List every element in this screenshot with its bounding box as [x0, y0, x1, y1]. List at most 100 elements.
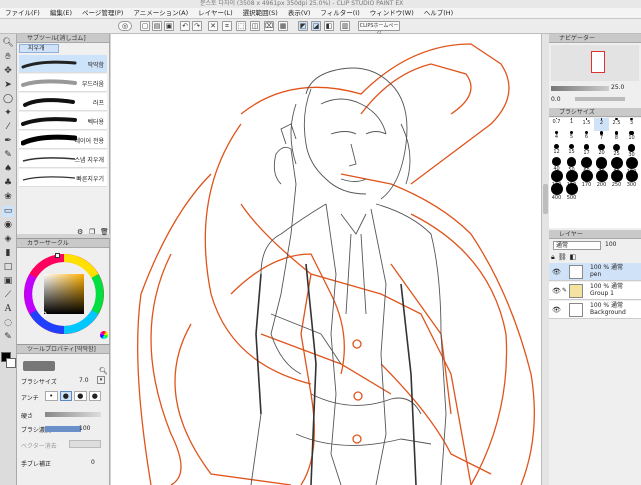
- menu-file[interactable]: ファイル(F): [0, 8, 45, 18]
- brush-size-cell[interactable]: 300: [624, 170, 639, 188]
- menu-help[interactable]: ヘルプ(H): [419, 8, 458, 18]
- brush-size-cell[interactable]: 12: [549, 144, 564, 157]
- menu-page[interactable]: ページ管理(P): [77, 8, 128, 18]
- clip-icon[interactable]: ⛓: [558, 253, 567, 262]
- brush-size-cell[interactable]: 7: [594, 131, 609, 144]
- layer-row[interactable]: 👁︎ 100 % 通常 Background: [549, 301, 641, 319]
- clips-home-button[interactable]: CLIPSホームページ: [358, 21, 400, 37]
- vector-erase-options[interactable]: [69, 440, 101, 448]
- menu-window[interactable]: ウィンドウ(W): [365, 8, 419, 18]
- frame-icon[interactable]: ▣: [2, 276, 14, 287]
- deselect-icon[interactable]: ⬚: [236, 21, 246, 31]
- brush-size-cell[interactable]: 250: [609, 170, 624, 188]
- brush-size-cell[interactable]: 15: [564, 144, 579, 157]
- color-settings-icon[interactable]: ▥: [340, 21, 350, 31]
- lock-icon[interactable]: 🔒︎: [551, 253, 555, 262]
- hue-marker[interactable]: [55, 253, 60, 258]
- snap-special-icon[interactable]: ◧: [324, 21, 334, 31]
- decoration-icon[interactable]: ❀: [2, 192, 14, 203]
- brush-size-cell[interactable]: 4: [549, 131, 564, 144]
- snap-grid-icon[interactable]: ◪: [311, 21, 321, 31]
- brush-size-cell[interactable]: 120: [549, 170, 564, 188]
- eyedropper-icon[interactable]: ⁄: [2, 122, 14, 133]
- subtool-group-tab[interactable]: 지우개: [19, 44, 59, 53]
- blend-mode-select[interactable]: 通常: [553, 241, 601, 250]
- brush-quick-eraser[interactable]: 빠른지우기: [19, 169, 107, 187]
- fill-bucket-icon[interactable]: ◈: [2, 234, 14, 245]
- clear-icon[interactable]: ✕: [208, 21, 218, 31]
- brush-size-cell[interactable]: 70: [594, 157, 609, 175]
- canvas-scrollbar[interactable]: [541, 34, 549, 485]
- reference-icon[interactable]: ◧: [570, 253, 577, 262]
- brush-size-value[interactable]: 7.0: [79, 377, 89, 384]
- eye-icon[interactable]: 👁︎: [552, 287, 561, 295]
- brush-soft[interactable]: 부드러움: [19, 74, 107, 92]
- antialias-weak[interactable]: ●: [59, 391, 72, 401]
- brush-size-cell[interactable]: 500: [564, 183, 579, 201]
- magic-wand-icon[interactable]: ✦: [2, 108, 14, 119]
- menu-selection[interactable]: 選択範囲(S): [238, 8, 283, 18]
- brush-size-cell[interactable]: 17: [579, 144, 594, 157]
- operation-icon[interactable]: ➤: [2, 80, 14, 91]
- brush-size-cell[interactable]: 30: [624, 144, 639, 158]
- open-file-icon[interactable]: ▤: [152, 21, 162, 31]
- antialias-medium[interactable]: ●: [74, 391, 87, 401]
- hardness-slider[interactable]: [45, 412, 101, 417]
- eye-icon[interactable]: 👁︎: [552, 306, 561, 314]
- brush-size-cell[interactable]: 100: [624, 157, 639, 175]
- brush-icon[interactable]: ♠︎: [2, 164, 14, 175]
- drawing-canvas[interactable]: [111, 34, 541, 485]
- lasso-icon[interactable]: ◯: [2, 94, 14, 105]
- balloon-icon[interactable]: ◌: [2, 318, 14, 329]
- brush-size-cell[interactable]: 20: [594, 144, 609, 157]
- new-file-icon[interactable]: ▢: [140, 21, 150, 31]
- rotation-slider[interactable]: [575, 97, 625, 101]
- hand-icon[interactable]: ✋︎: [2, 52, 14, 63]
- scrollbar-thumb[interactable]: [543, 184, 548, 214]
- menu-filter[interactable]: フィルター(I): [315, 8, 364, 18]
- clip-logo-icon[interactable]: ◎: [118, 21, 132, 31]
- brush-size-cell[interactable]: 2.5: [609, 118, 624, 131]
- brush-size-cell[interactable]: 170: [579, 170, 594, 188]
- brush-size-cell[interactable]: 3: [624, 118, 639, 131]
- fill-icon[interactable]: ▦: [278, 21, 288, 31]
- brush-size-cell[interactable]: 1: [564, 118, 579, 131]
- undo-icon[interactable]: ↶: [180, 21, 190, 31]
- layer-row[interactable]: 👁︎ ✎ 100 % 通常 Group 1: [549, 282, 641, 300]
- eraser-icon[interactable]: ▭: [2, 206, 14, 217]
- text-icon[interactable]: A: [2, 304, 14, 315]
- menu-layer[interactable]: レイヤー(L): [193, 8, 238, 18]
- figure-icon[interactable]: □: [2, 262, 14, 273]
- subtool-copy-icon[interactable]: ❐: [89, 228, 95, 236]
- brush-size-cell[interactable]: 8: [609, 131, 624, 144]
- crop-icon[interactable]: ⌧: [264, 21, 274, 31]
- brush-size-cell[interactable]: 25: [609, 144, 624, 157]
- brush-hard[interactable]: 딱딱함: [19, 55, 107, 73]
- navigator-preview[interactable]: [551, 45, 639, 81]
- color-wheel[interactable]: [23, 253, 105, 335]
- menu-animation[interactable]: アニメーション(A): [128, 8, 193, 18]
- sub-color-swatch[interactable]: [6, 358, 16, 368]
- gradient-icon[interactable]: ▮: [2, 248, 14, 259]
- subtool-settings-icon[interactable]: ⚙: [77, 228, 83, 236]
- density-slider[interactable]: [45, 426, 81, 432]
- search-icon[interactable]: 🔍︎: [99, 367, 108, 375]
- brush-size-cell[interactable]: 40: [549, 157, 564, 172]
- menu-view[interactable]: 表示(V): [283, 8, 316, 18]
- brush-size-cell[interactable]: 80: [609, 157, 624, 175]
- brush-snap-eraser[interactable]: 스냅 지우개: [19, 150, 107, 168]
- eye-icon[interactable]: 👁︎: [552, 268, 561, 276]
- subtool-delete-icon[interactable]: 🗑︎: [100, 228, 109, 236]
- brush-size-cell[interactable]: 2: [594, 118, 609, 131]
- brush-vector[interactable]: 벡터용: [19, 112, 107, 130]
- ruler-icon[interactable]: ⟋: [2, 290, 14, 301]
- brush-size-cell[interactable]: 60: [579, 157, 594, 174]
- brush-size-cell[interactable]: 200: [594, 170, 609, 188]
- blend-icon[interactable]: ◉: [2, 220, 14, 231]
- transform-icon[interactable]: ⌗: [222, 21, 232, 31]
- brush-size-cell[interactable]: 0.7: [549, 118, 564, 131]
- color-wheel-mode-icon[interactable]: [100, 331, 108, 339]
- menu-edit[interactable]: 編集(E): [45, 8, 77, 18]
- layer-row[interactable]: 👁︎ 100 % 通常 pen: [549, 263, 641, 281]
- move-icon[interactable]: ✥: [2, 66, 14, 77]
